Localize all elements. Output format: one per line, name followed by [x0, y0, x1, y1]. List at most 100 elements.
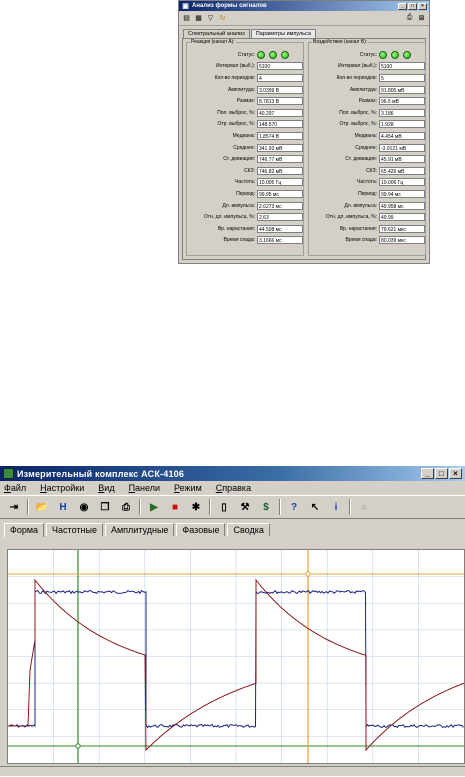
param-row: Вр. нарастания: 79.621 мкс — [309, 223, 425, 235]
param-row: Ст. девиация: 45.91 мВ — [309, 153, 425, 165]
param-label: Дл. импульса: — [222, 202, 255, 209]
param-value: 45.91 мВ — [379, 155, 425, 164]
tab-pulse-parameters[interactable]: Параметры импульса — [250, 29, 316, 38]
param-label: Время спада: — [345, 237, 377, 244]
param-label: Среднее: — [355, 144, 377, 151]
param-value: 91.805 мВ — [379, 85, 425, 94]
record-icon[interactable]: ◉ — [76, 499, 92, 515]
app-icon — [3, 468, 14, 479]
toolbar-separator — [139, 499, 141, 515]
open-icon[interactable]: 📂 — [34, 499, 50, 515]
group-channel-a: Реакция (канал A): Статус: Интервал (выб.… — [186, 39, 304, 256]
param-label: Интервал (выб.): — [337, 63, 377, 70]
param-row: Период: 99.95 мс — [187, 188, 303, 200]
param-row: Кол-во периодов: 5 — [309, 72, 425, 84]
maximize-button[interactable]: □ — [435, 468, 448, 479]
param-label: Размах: — [358, 98, 377, 105]
param-label: Период: — [358, 190, 377, 197]
param-label: Частота: — [357, 179, 377, 186]
oscilloscope-plot[interactable] — [7, 549, 465, 764]
param-row: Амплитуда: 3.0399 В — [187, 84, 303, 96]
menu-item[interactable]: Вид — [98, 483, 114, 493]
menu-item[interactable]: Файл — [4, 483, 26, 493]
tab-5[interactable]: Сводка — [227, 523, 270, 536]
run-icon[interactable]: ▶ — [146, 499, 162, 515]
group-b-title: Воздействие (канал B): — [312, 39, 369, 45]
param-label: Кол-во периодов: — [214, 74, 255, 81]
minimize-button[interactable]: _ — [421, 468, 434, 479]
menu-item[interactable]: Справка — [216, 483, 251, 493]
param-value: 4 — [257, 73, 303, 82]
param-value: 1.8574 В — [257, 131, 303, 140]
param-row: Пол. выброс, %: 40.297 — [187, 107, 303, 119]
param-label: Пол. выброс, %: — [217, 109, 255, 116]
info-icon[interactable]: i — [328, 499, 344, 515]
help-icon[interactable]: ? — [286, 499, 302, 515]
tab-3[interactable]: Амплитудные — [104, 523, 175, 536]
status-leds — [257, 50, 289, 59]
param-value: 5 — [379, 73, 425, 82]
param-value: 1.928 — [379, 120, 425, 129]
close-icon[interactable]: ⊠ — [417, 14, 426, 23]
copy-icon[interactable]: ❐ — [97, 499, 113, 515]
param-label: Среднее: — [233, 144, 255, 151]
param-row: Среднее: 341.93 мВ — [187, 142, 303, 154]
param-row: Период: 99.94 мс — [309, 188, 425, 200]
tools-icon[interactable]: ⚒ — [237, 499, 253, 515]
param-label: Интервал (выб.): — [215, 63, 255, 70]
print-icon[interactable]: ⎙ — [118, 499, 134, 515]
param-value: 746.82 мВ — [257, 166, 303, 175]
param-label: Статус: — [237, 51, 255, 58]
param-row: Частота: 10.006 Гц — [309, 177, 425, 189]
param-row: Отн. дл. импульса, %: 49.99 — [309, 211, 425, 223]
param-value: 4.454 мВ — [379, 131, 425, 140]
main-titlebar: Измерительный комплекс АСК-4106 _ □ × — [0, 466, 465, 481]
tab-spectral-analysis[interactable]: Спектральный анализ — [183, 29, 250, 38]
stop-icon[interactable]: ■ — [167, 499, 183, 515]
maximize-button[interactable]: □ — [408, 2, 417, 10]
param-value: 3.1666 мс — [257, 236, 303, 245]
tab-4[interactable]: Фазовые — [176, 523, 226, 536]
context-help-icon[interactable]: ↖ — [307, 499, 323, 515]
oscilloscope-svg[interactable] — [8, 550, 464, 763]
tab-2[interactable]: Частотные — [46, 523, 103, 536]
param-value: 49.99 — [379, 213, 425, 222]
table-icon[interactable]: ▦ — [194, 14, 203, 23]
menu-item[interactable]: Режим — [174, 483, 202, 493]
param-row: Отр. выброс, %: 148.570 — [187, 119, 303, 131]
filter-icon[interactable]: ▽ — [206, 14, 215, 23]
param-label: Отр. выброс, %: — [217, 121, 255, 128]
status-bar — [0, 766, 465, 777]
window-list-icon[interactable]: ▤ — [182, 14, 191, 23]
param-row: Время спада: 3.1666 мс — [187, 235, 303, 247]
refresh-icon[interactable]: ↻ — [218, 14, 227, 23]
param-label: Амплитуда: — [350, 86, 377, 93]
menu-item[interactable]: Панели — [129, 483, 160, 493]
close-button[interactable]: × — [449, 468, 462, 479]
book-icon[interactable]: ▯ — [216, 499, 232, 515]
param-row: Среднее: -3.9121 мВ — [309, 142, 425, 154]
param-row: Отн. дл. импульса, %: 2.63 — [187, 211, 303, 223]
status-leds — [379, 50, 411, 59]
param-row: Статус: — [309, 49, 425, 61]
param-value: 3.186 — [379, 108, 425, 117]
settings-icon[interactable]: ✱ — [188, 499, 204, 515]
minimize-button[interactable]: _ — [398, 2, 407, 10]
close-button[interactable]: × — [418, 2, 427, 10]
param-row: Ст. девиация: 746.77 мВ — [187, 153, 303, 165]
save-icon[interactable]: H — [55, 499, 71, 515]
main-toolbar: ⇥ 📂 H ◉ ❐ ⎙ ▶ ■ ✱ ▯ ⚒ $? ↖ i ○ — [0, 495, 465, 519]
dollar-icon[interactable]: $ — [258, 499, 274, 515]
exit-icon[interactable]: ⇥ — [6, 499, 22, 515]
param-row: Дл. импульса: 49.958 мс — [309, 200, 425, 212]
disabled-icon[interactable]: ○ — [356, 499, 372, 515]
print-icon[interactable]: ⎙ — [405, 14, 414, 23]
param-label: Дл. импульса: — [344, 202, 377, 209]
tab-1[interactable]: Форма — [4, 523, 45, 537]
param-value: 96.5 мВ — [379, 97, 425, 106]
menu-item[interactable]: Настройки — [40, 483, 84, 493]
param-label: Ст. девиация: — [223, 156, 255, 163]
toolbar-separator — [349, 499, 351, 515]
param-label: Пол. выброс, %: — [339, 109, 377, 116]
param-label: Статус: — [359, 51, 377, 58]
